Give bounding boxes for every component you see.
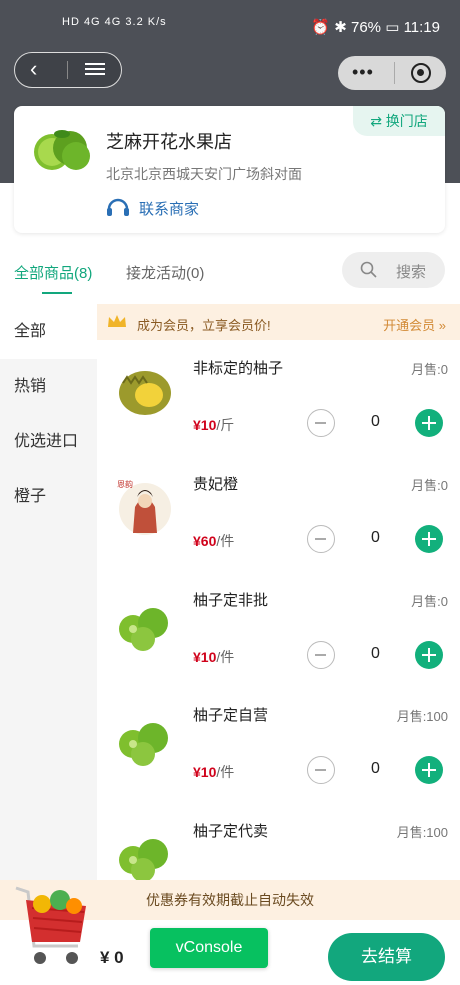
product-price: ¥10/斤 [193,417,235,433]
menu-icon[interactable] [85,60,105,78]
decrease-button[interactable] [307,641,335,669]
product-title: 柚子定代卖 [193,823,269,840]
store-name: 芝麻开花水果店 [106,132,232,152]
close-target-icon[interactable] [411,63,431,83]
quantity-value: 0 [371,760,380,777]
limes-image [119,608,168,651]
clock: 11:19 [403,19,440,36]
product-price: ¥10/件 [193,764,235,780]
increase-button[interactable] [415,409,443,437]
alarm-icon: ⏰ [311,19,331,36]
sidebar-item-imported[interactable]: 优选进口 [0,414,97,469]
member-banner: 成为会员，立享会员价! 开通会员 » [97,304,460,340]
product-price: ¥10/件 [193,649,235,665]
portrait-image: 恩韵 [117,479,171,535]
increase-button[interactable] [415,756,443,784]
product-title: 贵妃橙 [193,476,239,493]
durian-image [119,371,171,415]
decrease-button[interactable] [307,525,335,553]
store-card: 芝麻开花水果店 北京北京西城天安门广场斜对面 联系商家 ⇄ 换门店 [14,106,445,233]
product-item[interactable]: 柚子定自营 月售:100 ¥10/件 0 [97,702,460,818]
category-sidebar: 全部 热销 优选进口 橙子 [0,304,97,884]
search-icon [360,261,377,278]
sidebar-item-orange[interactable]: 橙子 [0,469,97,524]
bluetooth-icon: ✱ [334,19,347,36]
checkout-button[interactable]: 去结算 [328,933,445,981]
nav-divider [67,61,68,79]
limes-image [119,839,168,880]
search-label: 搜索 [396,264,427,281]
monthly-sales: 月售:0 [411,362,448,377]
product-item[interactable]: 柚子定代卖 月售:100 [97,818,460,880]
sidebar-item-hot[interactable]: 热销 [0,359,97,414]
store-address: 北京北京西城天安门广场斜对面 [106,166,302,182]
switch-store-button[interactable]: ⇄ 换门店 [353,106,445,136]
vconsole-button[interactable]: vConsole [150,928,268,968]
status-right: ⏰ ✱ 76% ▭ 11:19 [311,18,440,36]
quantity-value: 0 [371,413,380,430]
status-bar: HD 4G 4G 3.2 K/s ⏰ ✱ 76% ▭ 11:19 [0,0,460,48]
tab-underline [42,292,72,294]
product-title: 非标定的柚子 [193,360,284,377]
tab-solitaire[interactable]: 接龙活动(0) [126,262,204,283]
decrease-button[interactable] [307,409,335,437]
contact-merchant-link[interactable]: 联系商家 [106,198,199,219]
miniprogram-capsule: ••• [338,56,446,90]
product-title: 柚子定非批 [193,592,269,609]
battery-icon: ▭ [385,19,400,36]
battery-percent: 76% [351,19,382,36]
quantity-value: 0 [371,645,380,662]
crown-icon [108,315,126,327]
increase-button[interactable] [415,641,443,669]
quantity-value: 0 [371,529,380,546]
monthly-sales: 月售:100 [396,709,448,724]
store-logo-limes [34,130,90,170]
sidebar-item-all[interactable]: 全部 [0,304,97,359]
product-item[interactable]: 恩韵 贵妃橙 月售:0 ¥60/件 0 [97,471,460,587]
monthly-sales: 月售:0 [411,594,448,609]
capsule-divider [394,62,395,84]
shopping-cart-icon[interactable] [12,882,92,974]
tab-all-products[interactable]: 全部商品(8) [14,262,92,283]
open-membership-link[interactable]: 开通会员 » [383,315,446,334]
increase-button[interactable] [415,525,443,553]
monthly-sales: 月售:0 [411,478,448,493]
member-text: 成为会员，立享会员价! [137,318,271,333]
product-item[interactable]: 非标定的柚子 月售:0 ¥10/斤 0 [97,355,460,471]
network-status: HD 4G 4G 3.2 K/s [62,16,167,28]
more-icon[interactable]: ••• [352,62,374,82]
product-price: ¥60/件 [193,533,235,549]
svg-text:恩韵: 恩韵 [117,479,133,489]
product-title: 柚子定自营 [193,707,269,724]
cart-total: ¥ 0 [100,948,124,967]
product-item[interactable]: 柚子定非批 月售:0 ¥10/件 0 [97,587,460,703]
search-button[interactable]: 搜索 [342,252,445,288]
nav-pill: ‹ [14,52,122,88]
monthly-sales: 月售:100 [396,825,448,840]
limes-image [119,723,168,766]
decrease-button[interactable] [307,756,335,784]
back-icon[interactable]: ‹ [30,58,52,81]
